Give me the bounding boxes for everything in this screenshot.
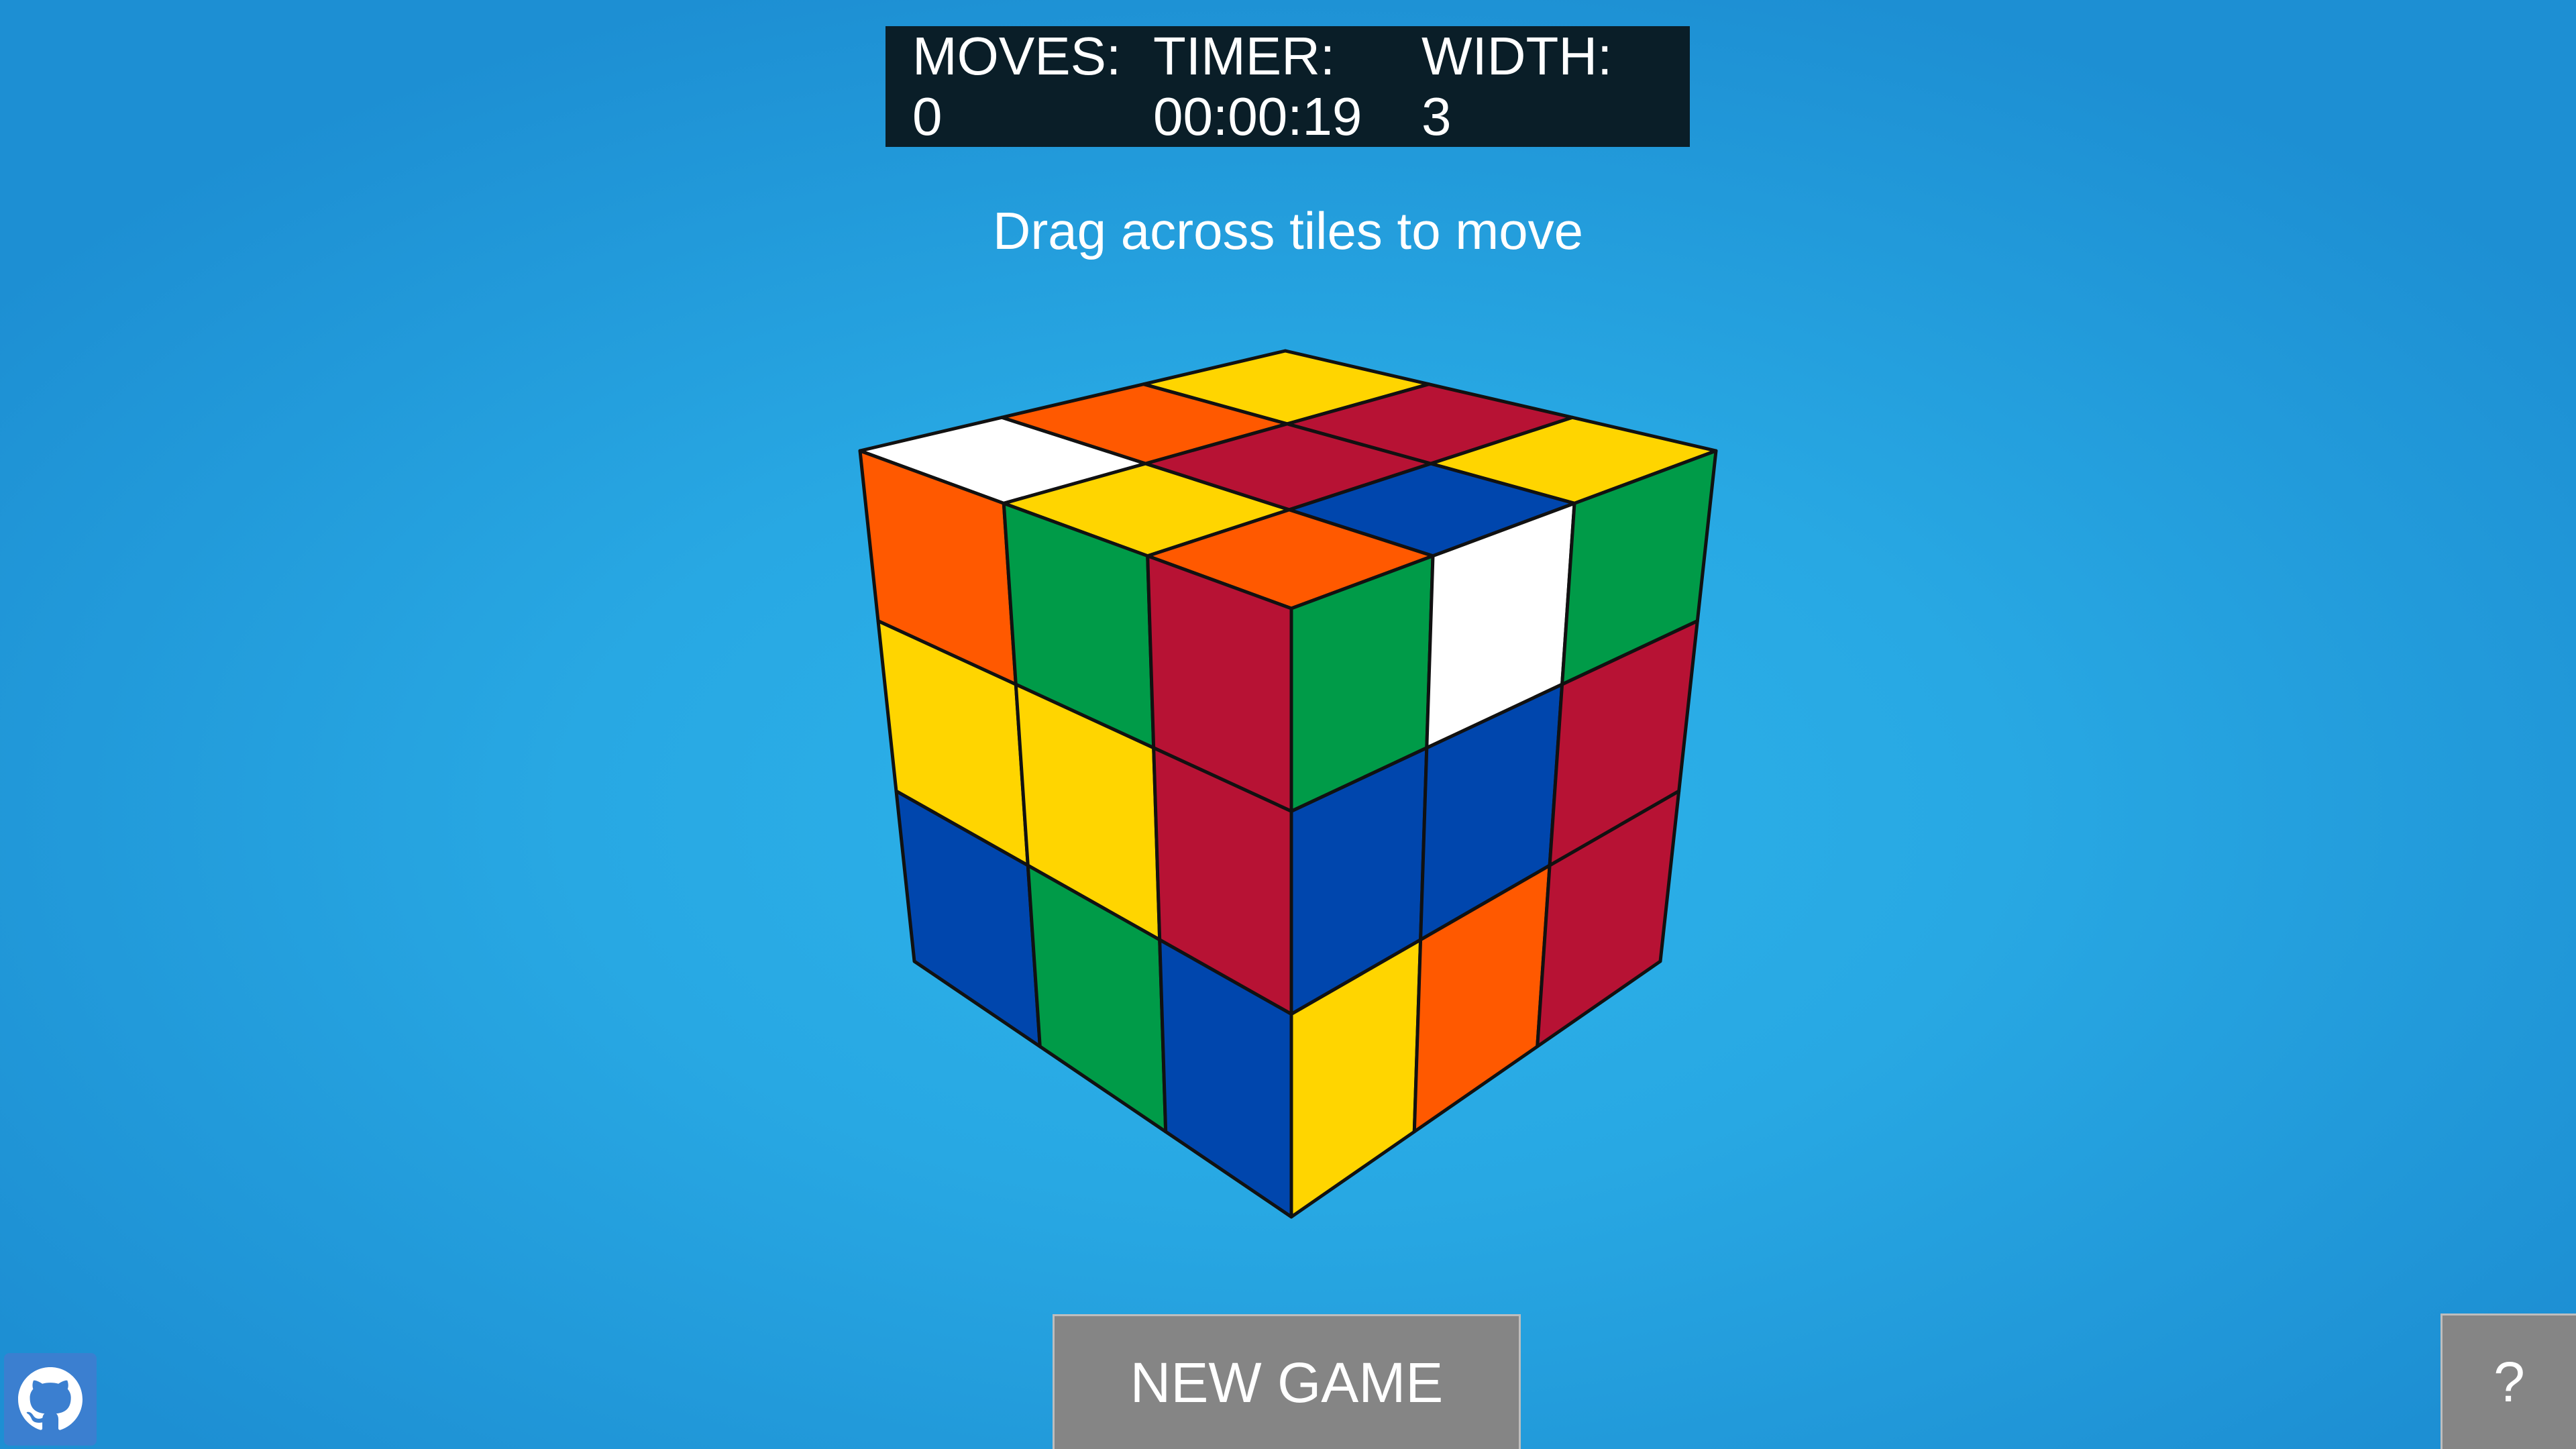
- new-game-button[interactable]: NEW GAME: [1053, 1314, 1521, 1449]
- help-button[interactable]: ?: [2440, 1313, 2576, 1449]
- rubiks-cube[interactable]: [0, 0, 2576, 1449]
- github-icon: [18, 1367, 83, 1430]
- github-link[interactable]: [4, 1353, 97, 1446]
